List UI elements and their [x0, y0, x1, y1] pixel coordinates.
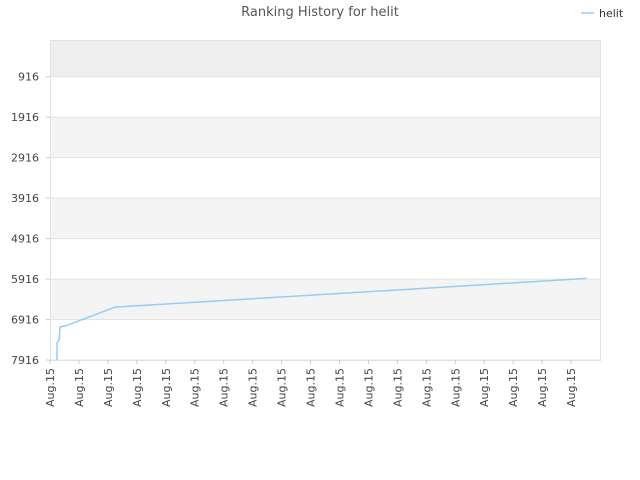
ranking-chart: Ranking History for helit helit 916 1916 2…	[11, 5, 624, 407]
x-tick-label: Aug.15	[362, 368, 375, 407]
x-tick-label: Aug.15	[449, 368, 462, 407]
plot-band	[50, 279, 600, 320]
x-tick-label: Aug.15	[333, 368, 346, 407]
plot-band	[50, 319, 600, 360]
plot-band	[50, 198, 600, 239]
legend-label-helit: helit	[599, 7, 624, 20]
legend: helit	[581, 7, 624, 20]
x-tick-label: Aug.15	[305, 368, 318, 407]
plot-band	[50, 238, 600, 280]
x-tick-label: Aug.15	[478, 368, 491, 407]
plot-band	[50, 40, 600, 77]
x-tick-label: Aug.15	[247, 368, 260, 407]
y-tick-label: 1916	[11, 111, 39, 124]
x-tick-label: Aug.15	[391, 368, 404, 407]
x-tick-label: Aug.15	[276, 368, 289, 407]
x-tick-label: Aug.15	[536, 368, 549, 407]
y-tick-label: 3916	[11, 192, 39, 205]
y-tick-label: 4916	[11, 233, 39, 246]
x-tick-label: Aug.15	[218, 368, 231, 407]
y-tick-label: 916	[18, 71, 39, 84]
y-tick-label: 2916	[11, 152, 39, 165]
y-tick-label: 5916	[11, 273, 39, 286]
y-tick-label: 6916	[11, 314, 39, 327]
chart-title: Ranking History for helit	[241, 5, 399, 20]
x-tick-label: Aug.15	[131, 368, 144, 407]
plot-band	[50, 117, 600, 158]
x-tick-label: Aug.15	[507, 368, 520, 407]
x-tick-label: Aug.15	[565, 368, 578, 407]
x-tick-label: Aug.15	[189, 368, 202, 407]
x-tick-label: Aug.15	[44, 368, 57, 407]
x-tick-label: Aug.15	[102, 368, 115, 407]
x-axis-ticks: Aug.15 Aug.15 Aug.15 Aug.15 Aug.15 Aug.15 Aug.…	[44, 360, 578, 407]
y-axis-ticks: 916 1916 2916 3916 4916 5916 6916 7916	[11, 71, 50, 367]
x-tick-label: Aug.15	[73, 368, 86, 407]
x-tick-label: Aug.15	[420, 368, 433, 407]
plot-band	[50, 76, 600, 118]
y-tick-label: 7916	[11, 354, 39, 367]
x-tick-label: Aug.15	[160, 368, 173, 407]
plot-band	[50, 157, 600, 199]
plot-bands	[50, 40, 600, 360]
